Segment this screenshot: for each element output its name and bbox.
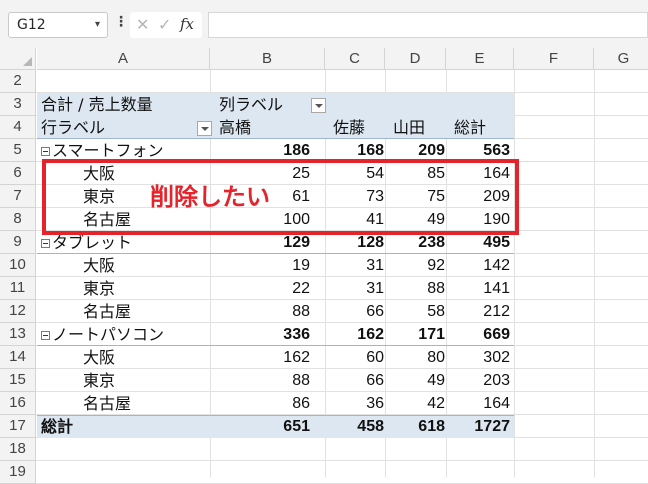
value-cell[interactable]: 22 (240, 278, 310, 300)
formula-bar: G12 ▾ ⋮ ✕ ✓ fx (0, 0, 648, 48)
value-cell[interactable]: 302 (440, 347, 510, 369)
column-labels-caption[interactable]: 列ラベル (219, 94, 283, 116)
item-label[interactable]: 名古屋 (83, 301, 131, 323)
collapse-toggle-icon[interactable] (41, 239, 50, 248)
group-total-cell[interactable]: 238 (375, 232, 445, 254)
grid-line (514, 70, 515, 477)
row-header-19[interactable]: 19 (0, 461, 36, 484)
value-cell[interactable]: 162 (240, 347, 310, 369)
value-cell[interactable]: 49 (375, 370, 445, 392)
value-cell[interactable]: 80 (375, 347, 445, 369)
value-cell[interactable]: 203 (440, 370, 510, 392)
row-header-13[interactable]: 13 (0, 323, 36, 346)
group-label[interactable]: ノートパソコン (52, 324, 164, 346)
column-header-f[interactable]: F (514, 48, 594, 70)
enter-icon[interactable]: ✓ (158, 15, 171, 34)
value-cell[interactable]: 88 (240, 301, 310, 323)
col-header-total[interactable]: 総計 (454, 117, 486, 139)
insert-function-icon[interactable]: fx (180, 15, 194, 33)
pivot-header-divider (37, 138, 514, 139)
row-labels-caption[interactable]: 行ラベル (41, 117, 105, 139)
value-field-label[interactable]: 合計 / 売上数量 (41, 94, 153, 116)
collapse-toggle-icon[interactable] (41, 331, 50, 340)
row-header-14[interactable]: 14 (0, 346, 36, 369)
column-header-e[interactable]: E (446, 48, 514, 70)
item-label[interactable]: 大阪 (83, 255, 115, 277)
column-header-c[interactable]: C (325, 48, 385, 70)
row-header-17[interactable]: 17 (0, 415, 36, 438)
grid-line (36, 460, 648, 461)
row-header-7[interactable]: 7 (0, 185, 36, 208)
row-header-6[interactable]: 6 (0, 162, 36, 185)
row-header-3[interactable]: 3 (0, 93, 36, 116)
value-cell[interactable]: 60 (314, 347, 384, 369)
chevron-down-icon[interactable]: ▾ (95, 19, 100, 30)
row-header-10[interactable]: 10 (0, 254, 36, 277)
value-cell[interactable]: 92 (375, 255, 445, 277)
group-total-cell[interactable]: 162 (314, 324, 384, 346)
group-total-cell[interactable]: 336 (240, 324, 310, 346)
name-box-value: G12 (17, 17, 46, 33)
group-total-cell[interactable]: 669 (440, 324, 510, 346)
value-cell[interactable]: 42 (375, 393, 445, 415)
value-cell[interactable]: 66 (314, 301, 384, 323)
annotation-text: 削除したい (150, 183, 270, 211)
grand-total-cell[interactable]: 651 (240, 416, 310, 438)
value-cell[interactable]: 164 (440, 393, 510, 415)
item-label[interactable]: 東京 (83, 370, 115, 392)
row-header-11[interactable]: 11 (0, 277, 36, 300)
collapse-toggle-icon[interactable] (41, 147, 50, 156)
value-cell[interactable]: 88 (240, 370, 310, 392)
highlight-box (42, 159, 519, 235)
row-filter-dropdown-icon[interactable] (197, 121, 212, 136)
column-header-d[interactable]: D (385, 48, 446, 70)
row-header-16[interactable]: 16 (0, 392, 36, 415)
grand-total-label[interactable]: 総計 (41, 416, 73, 438)
row-header-15[interactable]: 15 (0, 369, 36, 392)
group-label[interactable]: タブレット (52, 232, 132, 254)
row-header-8[interactable]: 8 (0, 208, 36, 231)
row-header-2[interactable]: 2 (0, 70, 36, 93)
value-cell[interactable]: 86 (240, 393, 310, 415)
row-header-5[interactable]: 5 (0, 139, 36, 162)
grand-total-cell[interactable]: 458 (314, 416, 384, 438)
row-header-18[interactable]: 18 (0, 438, 36, 461)
item-label[interactable]: 大阪 (83, 347, 115, 369)
column-header-a[interactable]: A (37, 48, 210, 70)
value-cell[interactable]: 88 (375, 278, 445, 300)
cancel-icon[interactable]: ✕ (136, 15, 149, 34)
value-cell[interactable]: 141 (440, 278, 510, 300)
row-header-4[interactable]: 4 (0, 116, 36, 139)
value-cell[interactable]: 66 (314, 370, 384, 392)
group-total-cell[interactable]: 495 (440, 232, 510, 254)
column-header-b[interactable]: B (210, 48, 325, 70)
formula-buttons: ✕ ✓ fx (130, 12, 202, 38)
value-cell[interactable]: 31 (314, 255, 384, 277)
col-header-yamada[interactable]: 山田 (393, 117, 425, 139)
group-total-cell[interactable]: 129 (240, 232, 310, 254)
grid-line (594, 70, 595, 477)
col-header-sato[interactable]: 佐藤 (333, 117, 365, 139)
name-box[interactable]: G12 ▾ (8, 12, 108, 38)
grand-total-cell[interactable]: 618 (375, 416, 445, 438)
value-cell[interactable]: 36 (314, 393, 384, 415)
formula-input[interactable] (208, 12, 648, 38)
value-cell[interactable]: 31 (314, 278, 384, 300)
grand-total-cell[interactable]: 1727 (440, 416, 510, 438)
col-header-takahashi[interactable]: 高橋 (219, 117, 251, 139)
select-all-corner[interactable] (0, 48, 36, 70)
column-header-g[interactable]: G (594, 48, 648, 70)
row-header-12[interactable]: 12 (0, 300, 36, 323)
item-label[interactable]: 東京 (83, 278, 115, 300)
row-header-9[interactable]: 9 (0, 231, 36, 254)
group-total-cell[interactable]: 128 (314, 232, 384, 254)
value-cell[interactable]: 212 (440, 301, 510, 323)
group-total-cell[interactable]: 171 (375, 324, 445, 346)
value-cell[interactable]: 142 (440, 255, 510, 277)
value-cell[interactable]: 58 (375, 301, 445, 323)
item-label[interactable]: 名古屋 (83, 393, 131, 415)
value-cell[interactable]: 19 (240, 255, 310, 277)
column-filter-dropdown-icon[interactable] (311, 98, 326, 113)
more-options-icon[interactable]: ⋮ (114, 14, 128, 30)
